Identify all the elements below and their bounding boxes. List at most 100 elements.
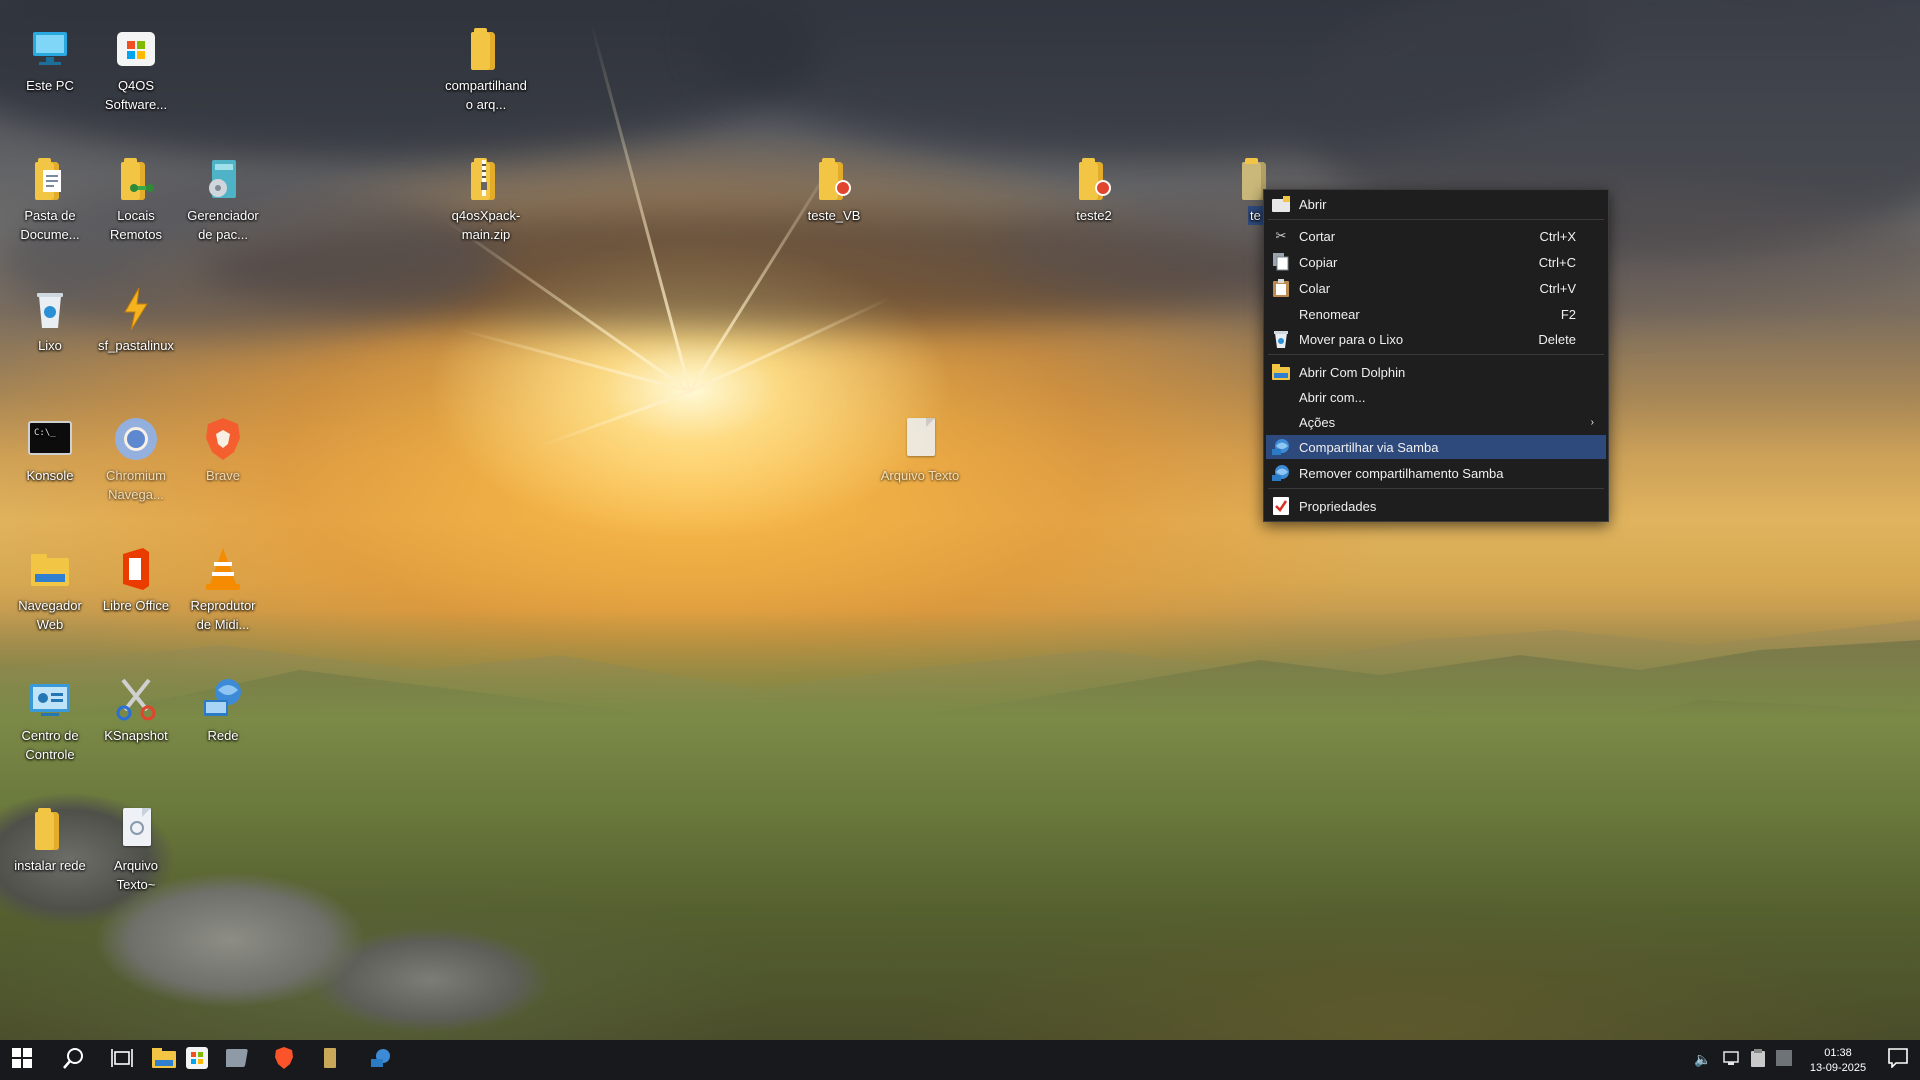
menu-item-label: Compartilhar via Samba — [1299, 439, 1439, 455]
menu-item-renomear[interactable]: Renomear F2 — [1266, 302, 1606, 326]
taskbar-app-folder[interactable] — [309, 1040, 353, 1080]
menu-separator — [1268, 219, 1604, 220]
text-file-icon — [113, 806, 159, 852]
clipboard-tray-button[interactable] — [1748, 1049, 1768, 1071]
bolt-folder-icon — [113, 286, 159, 332]
desktop-icon-arquivo-texto[interactable]: Arquivo Texto — [877, 416, 963, 485]
start-button[interactable] — [0, 1040, 44, 1080]
desktop-icon-centro-controle[interactable]: Centro de Controle — [7, 676, 93, 764]
menu-item-acoes[interactable]: Ações › — [1266, 410, 1606, 434]
brave-icon — [274, 1047, 294, 1073]
desktop-icon-ksnapshot[interactable]: KSnapshot — [93, 676, 179, 745]
desktop-icon-lixo[interactable]: Lixo — [7, 286, 93, 355]
shared-folder-icon — [811, 156, 857, 202]
desktop-icon-locais-remotos[interactable]: Locais Remotos — [93, 156, 179, 244]
menu-item-abrir[interactable]: Abrir — [1266, 192, 1606, 216]
menu-item-label: Ações — [1299, 414, 1336, 430]
menu-item-shortcut: F2 — [1560, 306, 1576, 322]
desktop-icon-este-pc[interactable]: Este PC — [7, 26, 93, 95]
samba-share-icon — [1269, 437, 1293, 457]
volume-icon: 🔈 — [1694, 1052, 1712, 1068]
desktop-icon-gerenciador-pacotes[interactable]: Gerenciador de pac... — [180, 156, 266, 244]
samba-unshare-icon — [1269, 463, 1293, 483]
window-icon — [223, 1049, 248, 1071]
folder-icon — [463, 26, 509, 72]
taskbar-app-window[interactable] — [215, 1040, 259, 1080]
chromium-icon — [113, 416, 159, 462]
brave-icon — [200, 416, 246, 462]
taskbar-clock[interactable]: 01:38 13-09-2025 — [1808, 1046, 1868, 1076]
desktop-icon-rede[interactable]: Rede — [180, 676, 266, 745]
desktop-icon-compartilhando[interactable]: compartilhando arq... — [443, 26, 529, 114]
taskbar: 🔈 01:38 13-09-2025 — [0, 1040, 1920, 1080]
desktop-icon-pasta-documentos[interactable]: Pasta de Docume... — [7, 156, 93, 244]
desktop-icon-label: Arquivo Texto — [880, 468, 960, 483]
text-file-icon — [897, 416, 943, 462]
menu-item-label: Propriedades — [1299, 498, 1377, 514]
desktop-icon-konsole[interactable]: C:\_ Konsole — [7, 416, 93, 485]
clock-date: 13-09-2025 — [1809, 1062, 1867, 1074]
desktop-icon-sf-pastalinux[interactable]: sf_pastalinux — [93, 286, 179, 355]
menu-item-abrir-com[interactable]: Abrir com... — [1266, 385, 1606, 409]
desktop-icon-teste-vb[interactable]: teste_VB — [791, 156, 877, 225]
desktop-icon-instalar-rede[interactable]: instalar rede — [7, 806, 93, 875]
search-button[interactable] — [52, 1040, 96, 1080]
desktop-icon-label: teste2 — [1076, 208, 1112, 223]
desktop-icon-label: Reprodutor de Midi... — [190, 598, 256, 632]
menu-separator — [1268, 488, 1604, 489]
open-folder-icon — [1269, 194, 1293, 214]
taskbar-app-software-store[interactable] — [175, 1040, 219, 1080]
taskbar-app-brave[interactable] — [262, 1040, 306, 1080]
scissors-icon: ✂ — [1275, 228, 1287, 243]
menu-item-abrir-dolphin[interactable]: Abrir Com Dolphin — [1266, 360, 1606, 384]
desktop-icon-label: compartilhando arq... — [445, 78, 527, 112]
menu-item-propriedades[interactable]: Propriedades — [1266, 494, 1606, 518]
notifications-button[interactable] — [1876, 1040, 1920, 1080]
menu-separator — [1268, 354, 1604, 355]
task-view-icon — [111, 1048, 133, 1072]
remote-folder-icon — [113, 156, 159, 202]
storage-icon — [1776, 1050, 1792, 1070]
desktop-icon-q4osxpack-zip[interactable]: q4osXpack-main.zip — [443, 156, 529, 244]
storage-tray-button[interactable] — [1774, 1050, 1794, 1070]
desktop-icon-teste2[interactable]: teste2 — [1051, 156, 1137, 225]
trash-icon — [1269, 329, 1293, 349]
desktop-icon-libre-office[interactable]: Libre Office — [93, 546, 179, 615]
desktop-icon-reprodutor-midia[interactable]: Reprodutor de Midi... — [180, 546, 266, 634]
desktop-icon-label: Konsole — [26, 468, 74, 483]
desktop-icon-label: Lixo — [38, 338, 62, 353]
menu-item-shortcut: Ctrl+V — [1539, 280, 1576, 296]
ksnapshot-icon — [113, 676, 159, 722]
desktop-icon-q4os-software[interactable]: Q4OS Software... — [93, 26, 179, 114]
taskbar-app-network[interactable] — [359, 1040, 403, 1080]
network-tray-button[interactable] — [1721, 1050, 1741, 1070]
desktop-icon-chromium[interactable]: Chromium Navega... — [93, 416, 179, 504]
menu-item-copiar[interactable]: Copiar Ctrl+C — [1266, 250, 1606, 274]
clipboard-icon — [1751, 1049, 1765, 1071]
copy-icon — [1269, 252, 1293, 272]
notification-icon — [1888, 1048, 1908, 1072]
menu-item-label: Abrir — [1299, 196, 1327, 212]
shared-folder-icon — [1071, 156, 1117, 202]
desktop-icon-navegador-web[interactable]: Navegador Web — [7, 546, 93, 634]
volume-button[interactable]: 🔈 — [1693, 1050, 1713, 1070]
desktop-icon-brave[interactable]: Brave — [180, 416, 266, 485]
menu-item-label: Colar — [1299, 280, 1331, 296]
menu-item-compartilhar-samba[interactable]: Compartilhar via Samba — [1266, 435, 1606, 459]
software-store-icon — [186, 1047, 208, 1073]
menu-item-remover-samba[interactable]: Remover compartilhamento Samba — [1266, 461, 1606, 485]
menu-item-colar[interactable]: Colar Ctrl+V — [1266, 276, 1606, 300]
package-manager-icon — [200, 156, 246, 202]
menu-item-cortar[interactable]: ✂ Cortar Ctrl+X — [1266, 224, 1606, 248]
menu-item-mover-lixo[interactable]: Mover para o Lixo Delete — [1266, 327, 1606, 351]
dolphin-icon — [1269, 362, 1293, 382]
context-menu: Abrir ✂ Cortar Ctrl+X Copiar Ctrl+C Cola… — [1263, 189, 1609, 522]
menu-item-label: Abrir Com Dolphin — [1299, 364, 1406, 380]
desktop-icon-arquivo-texto-backup[interactable]: Arquivo Texto~ — [93, 806, 179, 894]
desktop-icon-label: Navegador Web — [18, 598, 82, 632]
start-icon — [12, 1048, 32, 1072]
task-view-button[interactable] — [100, 1040, 144, 1080]
file-manager-icon — [152, 1048, 176, 1072]
documents-folder-icon — [27, 156, 73, 202]
desktop-icon-label: Arquivo Texto~ — [113, 858, 159, 892]
